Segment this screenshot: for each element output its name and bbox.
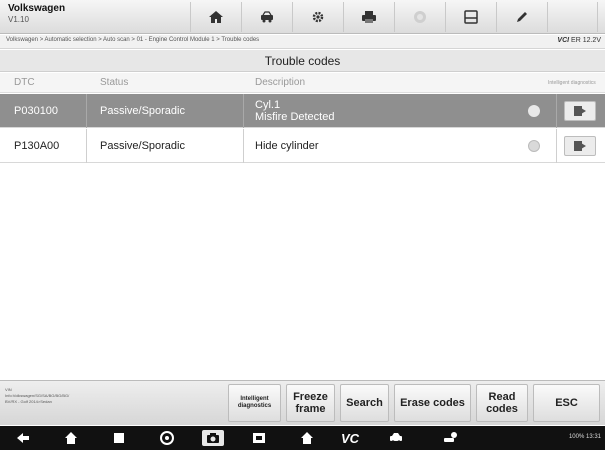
edit-icon: [517, 12, 527, 22]
column-header-status: Status: [100, 77, 129, 88]
car-icon: [390, 433, 402, 444]
esc-button[interactable]: ESC: [533, 384, 600, 422]
dtc-status: Passive/Sporadic: [100, 140, 185, 152]
dtc-code: P130A00: [14, 140, 60, 152]
diagnose-icon: [444, 432, 457, 442]
vci-shortcut-button[interactable]: VC: [340, 430, 366, 446]
system-nav-bar: VC 100% 13:31: [0, 426, 605, 450]
edit-button[interactable]: [496, 2, 547, 32]
back-icon: [17, 433, 29, 443]
recents-icon: [114, 433, 124, 443]
diagnose-shortcut-button[interactable]: [440, 430, 460, 446]
print-button[interactable]: [343, 2, 394, 32]
screen-record-button[interactable]: [250, 430, 268, 446]
home-icon: [65, 432, 77, 444]
browser-icon: [160, 431, 174, 445]
description-line-2: Misfire Detected: [255, 111, 335, 123]
home-shortcut-button[interactable]: [298, 430, 316, 446]
table-row[interactable]: P030100 Passive/Sporadic Cyl.1 Misfire D…: [0, 94, 605, 128]
intelligent-diagnostics-action-button[interactable]: Intelligent diagnostics: [228, 384, 281, 422]
intelligent-diagnostics-button[interactable]: [564, 101, 596, 121]
settings-icon: [312, 11, 324, 23]
freeze-frame-button[interactable]: Freeze frame: [286, 384, 335, 422]
dtc-description: Cyl.1 Misfire Detected: [255, 94, 334, 128]
status-indicator-icon: [528, 105, 540, 117]
erase-codes-button[interactable]: Erase codes: [394, 384, 471, 422]
vehicle-shortcut-button[interactable]: [386, 430, 406, 446]
column-divider: [243, 129, 244, 163]
breadcrumb-bar: Volkswagen > Automatic selection > Auto …: [0, 35, 605, 49]
search-button[interactable]: Search: [340, 384, 389, 422]
column-divider: [86, 94, 87, 128]
table-header: DTC Status Description Intelligent diagn…: [0, 73, 605, 93]
vehicle-swap-button[interactable]: [241, 2, 292, 32]
report-icon: [574, 141, 586, 151]
print-icon: [362, 11, 376, 23]
home-icon: [301, 432, 313, 444]
action-bar: VIN Info:Volkswagen/SG/SA/BG/BG/BG/ BV/R…: [0, 380, 605, 425]
column-header-dtc: DTC: [14, 77, 35, 88]
status-indicator-icon: [528, 140, 540, 152]
column-divider: [556, 94, 557, 128]
vehicle-swap-icon: [261, 11, 273, 23]
back-button[interactable]: [14, 430, 32, 446]
description-line-1: Hide cylinder: [255, 140, 319, 152]
camera-icon: [207, 433, 219, 443]
browser-button[interactable]: [158, 430, 176, 446]
vci-brand: VCI: [557, 37, 570, 44]
description-line-1: Cyl.1: [255, 99, 281, 111]
vehicle-info: VIN Info:Volkswagen/SG/SA/BG/BG/BG/ BV/R…: [5, 387, 115, 405]
top-bar: Volkswagen V1.10: [0, 0, 605, 34]
settings-button[interactable]: [292, 2, 343, 32]
home-icon: [209, 11, 223, 23]
report-icon: [574, 106, 586, 116]
column-header-description: Description: [255, 77, 306, 88]
vci-status: VCI ER 12.2V: [557, 37, 601, 44]
screen-record-icon: [253, 433, 265, 443]
home-nav-button[interactable]: [62, 430, 80, 446]
toolbar-spacer: [547, 2, 598, 32]
dtc-description: Hide cylinder: [255, 129, 319, 163]
column-header-intelligent: Intelligent diagnostics: [548, 80, 596, 86]
help-button[interactable]: [394, 2, 445, 32]
app-title: Volkswagen: [8, 3, 66, 14]
column-divider: [86, 129, 87, 163]
read-codes-button[interactable]: Read codes: [476, 384, 528, 422]
app-version: V1.10: [8, 15, 29, 24]
app-window: { "header": {"title": "Volkswagen", "ver…: [0, 0, 605, 450]
dtc-status: Passive/Sporadic: [100, 105, 185, 117]
recents-button[interactable]: [110, 430, 128, 446]
column-divider: [556, 129, 557, 163]
column-divider: [243, 94, 244, 128]
screenshot-button[interactable]: [202, 430, 224, 446]
save-icon: [464, 10, 478, 24]
help-icon: [414, 11, 426, 23]
intelligent-diagnostics-button[interactable]: [564, 136, 596, 156]
breadcrumb: Volkswagen > Automatic selection > Auto …: [6, 37, 260, 43]
table-row[interactable]: P130A00 Passive/Sporadic Hide cylinder: [0, 129, 605, 163]
page-title: Trouble codes: [0, 50, 605, 72]
vci-icon: VC: [341, 431, 360, 446]
vci-value: ER 12.2V: [571, 37, 601, 44]
dtc-code: P030100: [14, 105, 59, 117]
toolbar: [190, 2, 605, 32]
save-button[interactable]: [445, 2, 496, 32]
status-info: 100% 13:31: [568, 434, 601, 440]
vehicle-info-line: BV/RX - Golf 2014>Sedan: [5, 399, 52, 404]
brand: Volkswagen V1.10: [8, 3, 88, 25]
home-button[interactable]: [190, 2, 241, 32]
svg-text:VC: VC: [341, 431, 360, 446]
